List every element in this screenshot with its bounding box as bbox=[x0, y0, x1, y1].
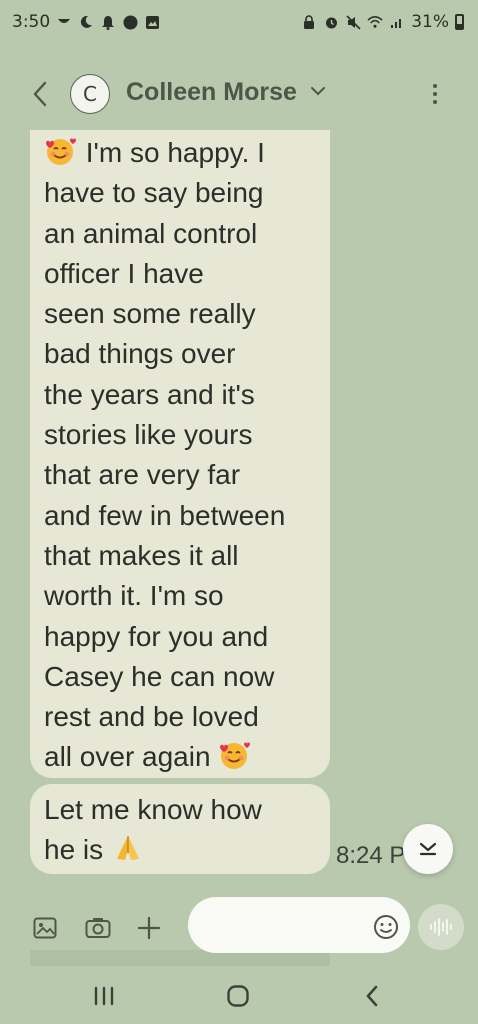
battery-icon bbox=[455, 14, 464, 30]
smiling-face-with-hearts-icon bbox=[220, 742, 251, 770]
avatar[interactable]: C bbox=[70, 74, 110, 114]
back-arrow-icon bbox=[366, 985, 378, 1007]
status-time: 3:50 bbox=[12, 12, 51, 32]
app-icon bbox=[122, 14, 138, 30]
message-line: seen some really bbox=[44, 298, 256, 330]
message-line: bad things over bbox=[44, 338, 236, 370]
image-notification-icon bbox=[144, 14, 160, 30]
folded-hands-icon bbox=[116, 836, 139, 861]
camera-icon bbox=[85, 918, 111, 938]
status-bar: 3:50 31% bbox=[0, 0, 478, 44]
message-line: that are very far bbox=[44, 459, 241, 491]
avatar-initial: C bbox=[83, 82, 97, 106]
mute-icon bbox=[345, 14, 361, 30]
message-line: he is bbox=[44, 830, 316, 870]
message-line: Casey he can now bbox=[44, 660, 275, 692]
message-text: all over again bbox=[44, 741, 211, 773]
message-line: Let me know how bbox=[44, 794, 262, 825]
navigation-bar bbox=[0, 966, 478, 1024]
message-line: the years and it's bbox=[44, 378, 255, 410]
nav-back-button[interactable] bbox=[352, 980, 392, 1012]
home-icon bbox=[227, 985, 249, 1007]
home-button[interactable] bbox=[218, 980, 258, 1012]
plus-icon bbox=[137, 916, 161, 940]
more-options-button[interactable] bbox=[422, 78, 448, 110]
message-line: that makes it all bbox=[44, 539, 239, 571]
message-line: all over again bbox=[44, 737, 316, 777]
emoji-button[interactable] bbox=[372, 913, 400, 941]
smiling-face-with-hearts-icon bbox=[46, 138, 76, 165]
message-bubble[interactable]: I'm so happy. I have to say being an ani… bbox=[30, 130, 330, 778]
voice-wave-icon bbox=[430, 918, 452, 936]
message-line: an animal control bbox=[44, 217, 258, 249]
voice-message-button[interactable] bbox=[418, 904, 464, 950]
chevron-down-icon bbox=[419, 842, 437, 856]
recent-apps-button[interactable] bbox=[84, 980, 124, 1012]
message-line: stories like yours bbox=[44, 419, 253, 451]
notification-icon bbox=[56, 14, 72, 30]
gallery-icon bbox=[33, 917, 57, 939]
camera-button[interactable] bbox=[80, 910, 116, 946]
wifi-icon bbox=[367, 14, 383, 30]
contact-name[interactable]: Colleen Morse bbox=[126, 78, 297, 107]
battery-percent: 31% bbox=[411, 12, 449, 32]
message-bubble[interactable]: Let me know how he is bbox=[30, 784, 330, 874]
lock-icon bbox=[301, 14, 317, 30]
scroll-to-bottom-button[interactable] bbox=[403, 824, 453, 874]
message-line: I'm so happy. I bbox=[44, 133, 316, 173]
chevron-down-icon[interactable] bbox=[310, 86, 326, 96]
message-text: I'm so happy. I bbox=[85, 137, 265, 168]
conversation-header: C Colleen Morse bbox=[0, 70, 478, 118]
back-button[interactable] bbox=[24, 78, 56, 110]
message-line: rest and be loved bbox=[44, 701, 259, 733]
alarm-icon bbox=[323, 14, 339, 30]
status-left: 3:50 bbox=[12, 12, 160, 32]
add-attachment-button[interactable] bbox=[131, 910, 167, 946]
moon-icon bbox=[78, 14, 94, 30]
message-text: he is bbox=[44, 834, 104, 866]
message-line: have to say being bbox=[44, 177, 264, 209]
message-line: officer I have bbox=[44, 257, 204, 289]
recent-apps-icon bbox=[94, 986, 114, 1006]
message-line: happy for you and bbox=[44, 620, 269, 652]
emoji-icon bbox=[374, 915, 398, 939]
bell-icon bbox=[100, 14, 116, 30]
signal-icon bbox=[389, 14, 405, 30]
gallery-button[interactable] bbox=[27, 910, 63, 946]
message-line: worth it. I'm so bbox=[44, 580, 224, 612]
more-vertical-icon bbox=[433, 84, 437, 88]
back-arrow-icon bbox=[33, 81, 47, 107]
message-line: and few in between bbox=[44, 499, 286, 531]
status-right: 31% bbox=[301, 12, 464, 32]
